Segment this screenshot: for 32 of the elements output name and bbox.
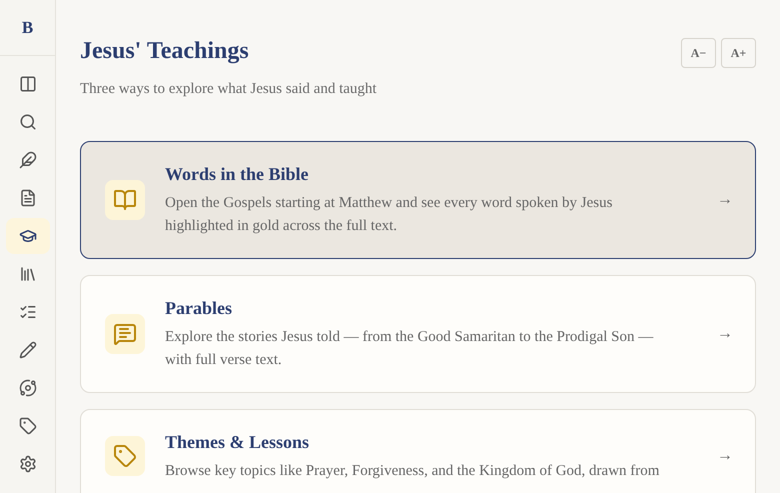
card-title: Parables	[165, 296, 233, 320]
graduation-cap-icon	[18, 227, 36, 245]
page-title: Jesus' Teachings	[80, 37, 250, 66]
book-icon	[113, 188, 137, 212]
list-icon	[18, 303, 36, 321]
settings-icon	[18, 455, 36, 473]
document-icon	[18, 189, 36, 207]
arrow-icon: →	[717, 444, 733, 468]
arrow-icon: →	[717, 188, 733, 212]
feather-icon	[18, 151, 36, 169]
teaching-card[interactable]: Parables Explore the stories Jesus told — from the Good Samaritan to the Prodigal Son — with full verse text. →	[80, 274, 756, 392]
font-size-button[interactable]: A−	[681, 38, 716, 68]
font-size-button[interactable]: A+	[721, 38, 756, 68]
search-icon	[18, 113, 36, 131]
page-subtitle: Three ways to explore what Jesus said and taught	[80, 80, 377, 99]
card-title: Themes & Lessons	[165, 430, 310, 454]
card-description: Open the Gospels starting at Matthew and see every word spoken by Jesus highlighted in gold across the full text.	[165, 194, 614, 236]
card-description: Browse key topics like Prayer, Forgiveness, and the Kingdom of God, drawn from	[165, 462, 660, 480]
speech-bubble-icon	[113, 322, 137, 346]
card-title: Words in the Bible	[165, 162, 310, 186]
tag-icon	[113, 444, 137, 468]
sidebar-nav-button[interactable]	[6, 218, 50, 254]
orbit-icon	[18, 379, 36, 397]
teaching-card[interactable]: Words in the Bible Open the Gospels starting at Matthew and see every word spoken by Jesus highlighted in gold across the full text. →	[80, 140, 756, 258]
teaching-card[interactable]: Themes & Lessons Browse key topics like Prayer, Forgiveness, and the Kingdom of God, drawn from →	[80, 408, 756, 493]
pencil-icon	[18, 341, 36, 359]
tag-icon	[18, 417, 36, 435]
app-logo: B	[22, 16, 34, 39]
card-description: Explore the stories Jesus told — from the Good Samaritan to the Prodigal Son — with full verse text.	[165, 328, 654, 370]
library-icon	[18, 265, 36, 283]
columns-icon	[18, 75, 36, 93]
arrow-icon: →	[717, 322, 733, 346]
